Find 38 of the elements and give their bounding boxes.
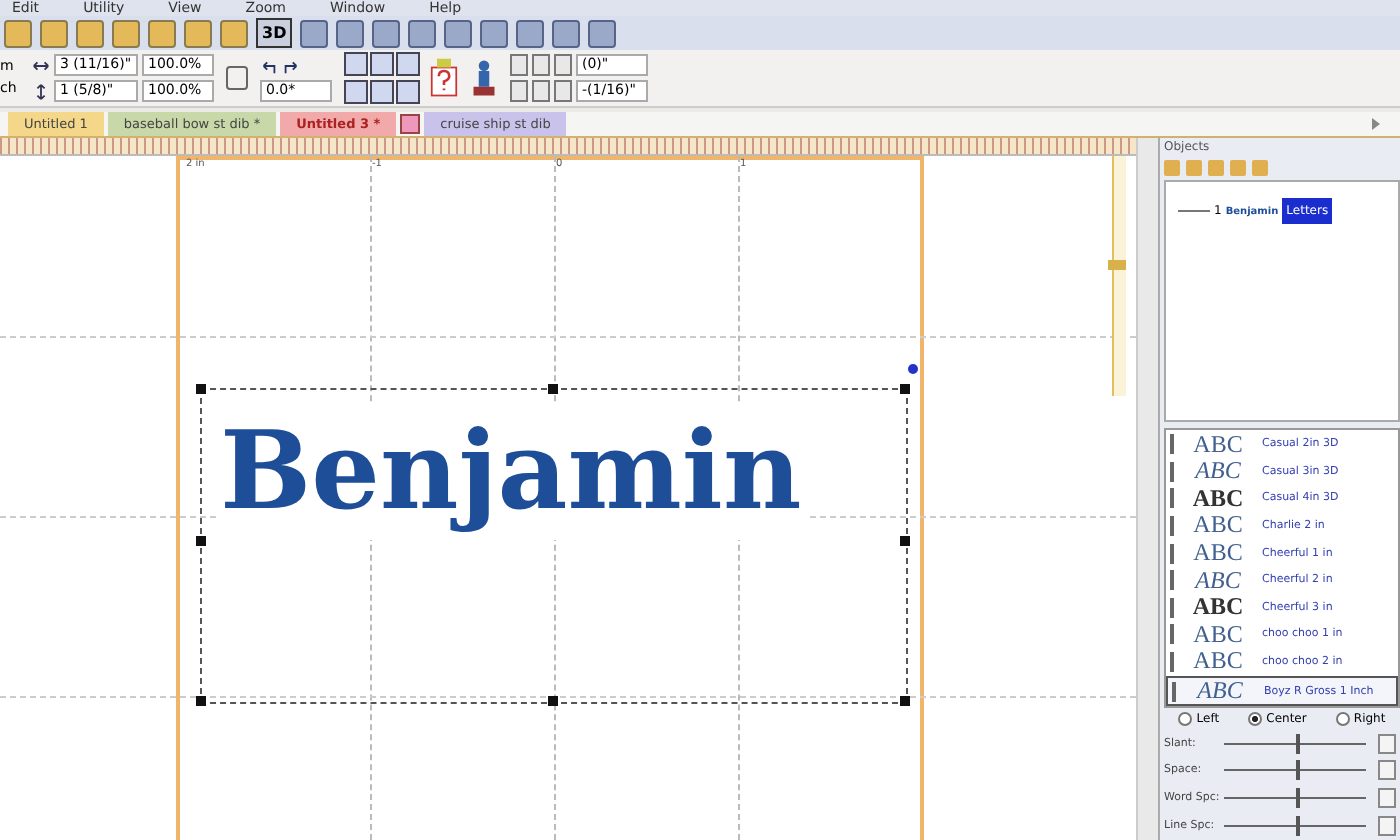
rotate-handle[interactable] [908,364,918,374]
font-preview: ABC [1190,483,1246,514]
font-preview: ABC [1192,456,1243,487]
resize-handle[interactable] [196,696,206,706]
resize-handle[interactable] [548,696,558,706]
3d-toggle-button[interactable]: 3D [256,18,293,48]
font-preview: ABC [1191,538,1245,569]
font-preview: ABC [1191,646,1245,677]
resize-handle[interactable] [900,384,910,394]
redo-icon[interactable] [282,57,300,73]
undo-icon[interactable] [260,57,278,73]
font-preview: ABC [1191,429,1245,460]
align-icon[interactable] [370,80,394,104]
font-preview: ABC [1191,619,1245,650]
width-arrows-icon [32,57,50,73]
close-tab-icon[interactable] [400,114,421,134]
font-preview: ABC [1194,676,1245,707]
embroidered-text: Benjamin [220,404,806,539]
zoom-slider[interactable] [1112,156,1126,396]
resize-handle[interactable] [900,696,910,706]
font-preview: ABC [1191,510,1245,541]
height-arrows-icon [32,83,50,99]
tree-line [1178,210,1210,213]
resize-handle[interactable] [196,536,206,546]
resize-handle[interactable] [196,384,206,394]
scroll-right-icon[interactable] [1372,118,1380,130]
resize-handle[interactable] [900,536,910,546]
zoom-thumb[interactable] [1108,259,1126,270]
resize-handle[interactable] [548,384,558,394]
question-icon[interactable] [430,58,458,98]
align-icon[interactable] [344,80,368,104]
align-icon[interactable] [370,52,394,76]
align-icon[interactable] [396,52,420,76]
font-preview: ABC [1192,565,1243,596]
figure-icon[interactable] [470,58,498,98]
font-preview: ABC [1190,592,1246,623]
align-icon[interactable] [396,80,420,104]
align-icon[interactable] [344,52,368,76]
